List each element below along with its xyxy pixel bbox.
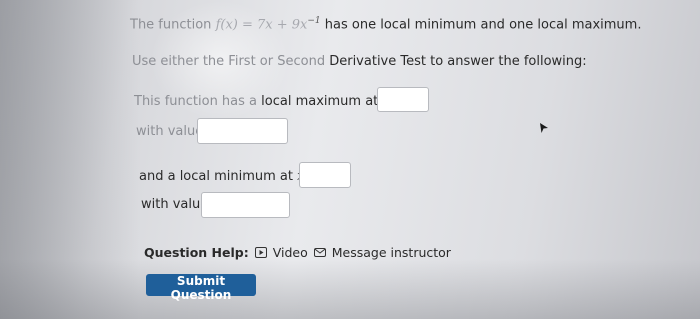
photo-shade-bottom bbox=[0, 259, 700, 319]
local-max-suffix: local maximum at bbox=[261, 94, 379, 109]
envelope-icon bbox=[313, 247, 326, 258]
local-min-x-input[interactable] bbox=[299, 162, 351, 188]
submit-question-button[interactable]: Submit Question bbox=[146, 274, 256, 302]
question-statement: The function f(x) = 7x + 9x−1 has one lo… bbox=[130, 16, 641, 32]
local-min-prompt: and a local minimum at x = bbox=[139, 169, 320, 184]
question-help: Question Help: Video Message instructor bbox=[144, 245, 451, 260]
instruction: Use either the First or Second Derivativ… bbox=[132, 54, 587, 69]
local-max-value-label: with value bbox=[136, 124, 204, 139]
instruction-suffix: Derivative Test to answer the following: bbox=[329, 54, 587, 69]
local-max-prefix: This function has a bbox=[134, 94, 258, 109]
local-max-prompt: This function has a local maximum at x = bbox=[134, 94, 405, 109]
local-min-value-label: with value bbox=[141, 197, 209, 212]
local-max-value-input[interactable] bbox=[197, 118, 288, 144]
intro-prefix: The function bbox=[130, 17, 212, 33]
function-exponent: −1 bbox=[307, 16, 321, 26]
local-min-value-input[interactable] bbox=[201, 192, 290, 218]
local-min-label: and a local minimum at bbox=[139, 169, 294, 184]
message-instructor-link[interactable]: Message instructor bbox=[332, 245, 451, 260]
local-max-x-input[interactable] bbox=[377, 87, 429, 112]
question-help-label: Question Help: bbox=[144, 245, 249, 260]
instruction-prefix: Use either the First or Second bbox=[132, 54, 326, 69]
function-expression: f(x) = 7x + 9x bbox=[215, 17, 308, 33]
play-icon bbox=[254, 247, 267, 258]
video-link[interactable]: Video bbox=[273, 245, 308, 260]
mouse-cursor-icon bbox=[540, 123, 548, 133]
intro-suffix: has one local minimum and one local maxi… bbox=[324, 17, 642, 33]
